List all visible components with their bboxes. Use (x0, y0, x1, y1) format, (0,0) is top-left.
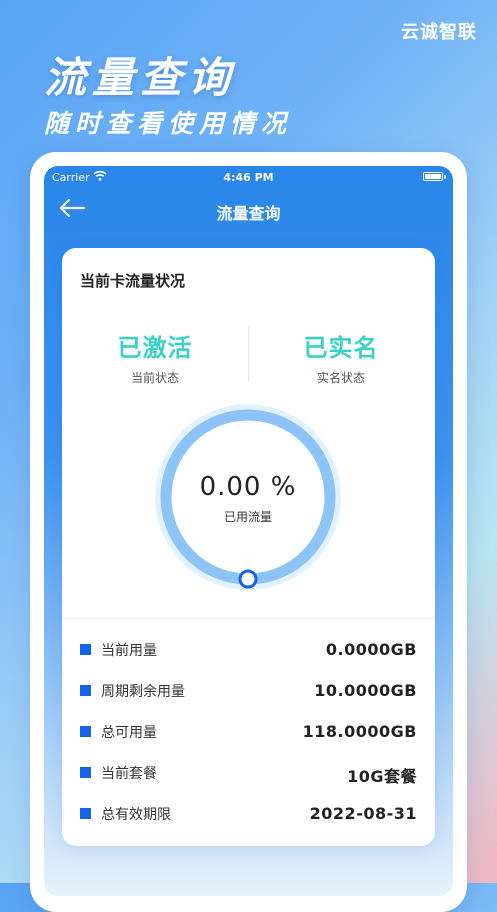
detail-label: 总可用量 (101, 725, 157, 741)
activation-status: 已激活 当前状态 (62, 328, 248, 386)
realname-status-label: 实名状态 (316, 371, 365, 385)
brand-label: 云诚智联 (401, 22, 477, 43)
square-bullet-icon (80, 726, 91, 737)
detail-value: 2022-08-31 (309, 804, 417, 823)
traffic-card: 当前卡流量状况 已激活 当前状态 已实名 实名状态 0.00 % 已用流量 当前… (62, 248, 435, 846)
detail-label: 当前用量 (101, 643, 157, 659)
status-bar: Carrier 4:46 PM (44, 166, 453, 188)
used-label: 已用流量 (223, 510, 272, 524)
battery-tip (444, 175, 446, 179)
hero-title: 流量查询 (44, 53, 237, 102)
detail-row-remaining: 周期剩余用量 10.0000GB (80, 679, 417, 703)
detail-label: 总有效期限 (101, 807, 171, 823)
app-screen: Carrier 4:46 PM 流量查询 当前卡流量状况 已激活 当前状态 已实… (44, 166, 453, 896)
activation-status-label: 当前状态 (130, 371, 179, 385)
detail-value: 0.0000GB (325, 640, 417, 659)
activation-status-value: 已激活 (117, 334, 193, 362)
hero-subtitle: 随时查看使用情况 (44, 109, 293, 138)
square-bullet-icon (80, 767, 91, 778)
status-time: 4:46 PM (223, 171, 274, 184)
detail-row-total: 总可用量 118.0000GB (80, 720, 417, 744)
used-percent: 0.00 % (199, 472, 297, 502)
detail-row-expiry: 总有效期限 2022-08-31 (80, 802, 417, 826)
detail-value: 10G套餐 (347, 767, 417, 786)
battery-icon (423, 172, 443, 181)
square-bullet-icon (80, 644, 91, 655)
detail-label: 周期剩余用量 (101, 684, 185, 700)
card-title: 当前卡流量状况 (80, 272, 186, 290)
phone-frame: Carrier 4:46 PM 流量查询 当前卡流量状况 已激活 当前状态 已实… (30, 152, 467, 912)
nav-title: 流量查询 (216, 204, 281, 223)
detail-row-package: 当前套餐 10G套餐 (80, 761, 417, 786)
details-divider (62, 618, 435, 619)
detail-row-current-usage: 当前用量 0.0000GB (80, 638, 417, 662)
square-bullet-icon (80, 685, 91, 696)
detail-value: 118.0000GB (302, 722, 417, 741)
realname-status: 已实名 实名状态 (248, 328, 434, 386)
detail-label: 当前套餐 (101, 766, 157, 782)
detail-value: 10.0000GB (314, 681, 417, 700)
realname-status-value: 已实名 (303, 334, 379, 362)
gauge-knob (238, 569, 258, 589)
square-bullet-icon (80, 808, 91, 819)
